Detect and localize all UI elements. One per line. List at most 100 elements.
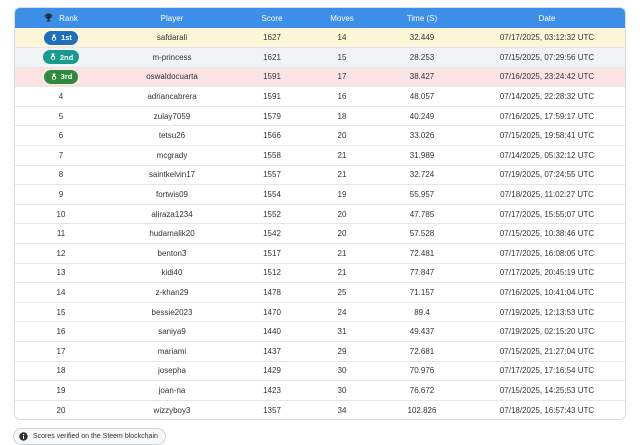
score-cell: 1517 [263, 248, 281, 258]
moves-cell: 31 [337, 327, 347, 337]
score-cell: 1591 [263, 92, 281, 102]
date-cell: 07/18/2025, 16:57:43 UTC [499, 405, 595, 415]
player-cell[interactable]: hudamalik20 [107, 224, 237, 244]
table-row[interactable]: 14 z-khan29 1478 25 71.157 07/16/2025, 10:41:… [15, 283, 625, 303]
rank-cell: 18 [56, 366, 66, 376]
player-cell[interactable]: wizzyboy3 [107, 400, 237, 419]
header-score[interactable]: Score [237, 8, 307, 28]
leaderboard-table: Rank Player Score Moves Time (S) Date 1s… [15, 8, 625, 419]
score-cell: 1579 [263, 111, 281, 121]
moves-cell: 29 [337, 346, 347, 356]
rank-badge: 3rd [43, 69, 79, 84]
header-time[interactable]: Time (S) [377, 8, 467, 28]
table-row[interactable]: 9 fortwis09 1554 19 55.957 07/18/2025, 11:02:… [15, 185, 625, 205]
moves-cell: 21 [337, 170, 347, 180]
moves-cell: 21 [337, 248, 347, 258]
player-cell[interactable]: adriancabrera [107, 87, 237, 107]
time-cell: 40.249 [409, 111, 435, 121]
table-row[interactable]: 15 bessie2023 1470 24 89.4 07/19/2025, 12:13:… [15, 302, 625, 322]
score-cell: 1558 [263, 150, 281, 160]
moves-cell: 30 [337, 366, 347, 376]
time-cell: 47.785 [409, 209, 435, 219]
table-row[interactable]: 3rd oswaldocuarta 1591 17 38.427 07/16/2025, … [15, 67, 625, 87]
rank-cell: 6 [58, 131, 64, 141]
rank-cell: 12 [56, 248, 66, 258]
header-moves[interactable]: Moves [307, 8, 377, 28]
trophy-icon [44, 13, 53, 22]
score-cell: 1566 [263, 131, 281, 141]
table-row[interactable]: 16 saniya9 1440 31 49.437 07/19/2025, 02:15:2… [15, 322, 625, 342]
table-row[interactable]: 6 tetsu26 1566 20 33.026 07/15/2025, 19:58:41… [15, 126, 625, 146]
time-cell: 102.826 [407, 405, 437, 415]
date-cell: 07/17/2025, 17:16:54 UTC [499, 366, 595, 376]
player-cell[interactable]: tetsu26 [107, 126, 237, 146]
player-cell[interactable]: mcgrady [107, 146, 237, 166]
player-cell[interactable]: oswaldocuarta [107, 67, 237, 87]
header-date[interactable]: Date [467, 8, 625, 28]
time-cell: 28.253 [409, 52, 435, 62]
score-cell: 1542 [263, 229, 281, 239]
time-cell: 57.528 [409, 229, 435, 239]
date-cell: 07/15/2025, 21:27:04 UTC [499, 346, 595, 356]
verified-badge[interactable]: Scores verified on the Steem blockchain [13, 428, 166, 445]
player-cell[interactable]: zulay7059 [107, 106, 237, 126]
table-row[interactable]: 18 josepha 1429 30 70.976 07/17/2025, 17:16:5… [15, 361, 625, 381]
player-cell[interactable]: kidi40 [107, 263, 237, 283]
table-row[interactable]: 19 joan-na 1423 30 76.672 07/15/2025, 14:25:5… [15, 381, 625, 401]
rank-cell: 2nd [15, 48, 107, 68]
table-row[interactable]: 17 mariami 1437 29 72.681 07/15/2025, 21:27:0… [15, 342, 625, 362]
rank-cell: 11 [56, 229, 66, 239]
date-cell: 07/17/2025, 03:12:32 UTC [499, 33, 595, 43]
player-cell[interactable]: z-khan29 [107, 283, 237, 303]
player-cell[interactable]: safdarali [107, 28, 237, 48]
player-cell[interactable]: aliraza1234 [107, 204, 237, 224]
rank-cell: 16 [56, 327, 66, 337]
player-cell[interactable]: benton3 [107, 244, 237, 264]
info-icon [19, 432, 28, 441]
moves-cell: 34 [337, 405, 347, 415]
date-cell: 07/16/2025, 23:24:42 UTC [499, 72, 595, 82]
table-row[interactable]: 20 wizzyboy3 1357 34 102.826 07/18/2025, 16:5… [15, 400, 625, 419]
table-row[interactable]: 13 kidi40 1512 21 77.847 07/17/2025, 20:45:19… [15, 263, 625, 283]
player-cell[interactable]: saniya9 [107, 322, 237, 342]
table-row[interactable]: 10 aliraza1234 1552 20 47.785 07/17/2025, 15:… [15, 204, 625, 224]
header-rank[interactable]: Rank [15, 8, 107, 28]
table-row[interactable]: 2nd m-princess 1621 15 28.253 07/15/2025, 07:… [15, 47, 625, 68]
player-cell[interactable]: joan-na [107, 381, 237, 401]
table-row[interactable]: 7 mcgrady 1558 21 31.989 07/14/2025, 05:32:12… [15, 146, 625, 166]
date-cell: 07/15/2025, 07:29:56 UTC [499, 52, 595, 62]
player-cell[interactable]: m-princess [107, 48, 237, 68]
score-cell: 1440 [263, 327, 281, 337]
table-row[interactable]: 5 zulay7059 1579 18 40.249 07/16/2025, 17:59:… [15, 106, 625, 126]
rank-cell: 15 [56, 307, 66, 317]
table-row[interactable]: 4 adriancabrera 1591 16 48.057 07/14/2025, 22… [15, 87, 625, 107]
moves-cell: 20 [337, 209, 347, 219]
moves-cell: 25 [337, 288, 347, 298]
date-cell: 07/17/2025, 15:55:07 UTC [499, 209, 595, 219]
score-cell: 1423 [263, 385, 281, 395]
date-cell: 07/16/2025, 17:59:17 UTC [499, 111, 595, 121]
header-player[interactable]: Player [107, 8, 237, 28]
time-cell: 76.672 [409, 385, 435, 395]
time-cell: 32.449 [409, 33, 435, 43]
date-cell: 07/19/2025, 02:15:20 UTC [499, 327, 595, 337]
time-cell: 89.4 [414, 307, 430, 317]
score-cell: 1557 [263, 170, 281, 180]
table-row[interactable]: 11 hudamalik20 1542 20 57.528 07/15/2025, 10:… [15, 224, 625, 244]
table-row[interactable]: 1st safdarali 1627 14 32.449 07/17/2025, 03:1… [15, 28, 625, 48]
player-cell[interactable]: saintkelvin17 [107, 165, 237, 185]
player-cell[interactable]: josepha [107, 361, 237, 381]
medal-icon [50, 53, 56, 61]
player-cell[interactable]: fortwis09 [107, 185, 237, 205]
rank-cell: 10 [56, 209, 66, 219]
rank-cell: 3rd [15, 67, 107, 87]
rank-cell: 9 [58, 190, 64, 200]
date-cell: 07/19/2025, 12:13:53 UTC [499, 307, 595, 317]
date-cell: 07/19/2025, 07:24:55 UTC [499, 170, 595, 180]
moves-cell: 16 [337, 92, 347, 102]
table-row[interactable]: 8 saintkelvin17 1557 21 32.724 07/19/2025, 07… [15, 165, 625, 185]
table-row[interactable]: 12 benton3 1517 21 72.481 07/17/2025, 16:08:0… [15, 244, 625, 264]
rank-cell: 13 [56, 268, 66, 278]
player-cell[interactable]: mariami [107, 342, 237, 362]
player-cell[interactable]: bessie2023 [107, 302, 237, 322]
